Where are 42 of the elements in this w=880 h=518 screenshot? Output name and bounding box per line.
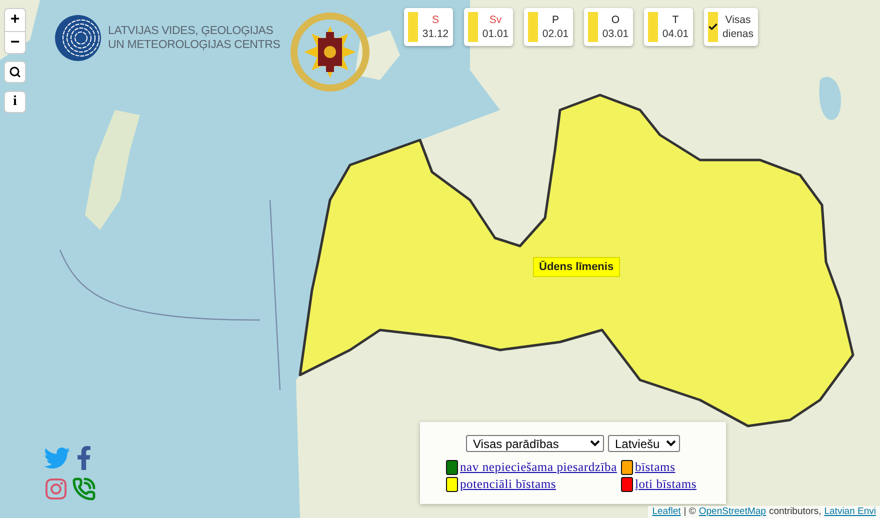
phone-icon[interactable] [72,477,96,501]
day-date: 02.01 [542,27,569,41]
day-date: 01.01 [482,27,509,41]
logo-text: UN METEOROLOĢIJAS CENTRS [108,38,280,52]
attribution-text: | © [684,506,696,518]
day-name: Sv [489,13,502,27]
day-name: T [672,13,679,27]
search-button[interactable] [4,61,26,83]
search-icon [9,66,21,78]
day-button[interactable]: S 31.12 [404,8,453,46]
phenomenon-select[interactable]: Visas parādības [466,435,604,452]
logo-text: LATVIJAS VIDES, ĢEOLOĢIJAS [108,24,274,38]
all-days-label: Visas dienas [722,13,754,41]
info-button[interactable]: i [4,91,26,113]
attribution-text: contributors, [768,506,822,518]
attribution-link[interactable]: OpenStreetMap [698,506,766,518]
day-button[interactable]: Sv 01.01 [464,8,513,46]
check-icon [708,22,718,32]
level-link[interactable]: potenciāli bīstams [460,477,556,492]
zoom-out-button[interactable]: − [5,31,25,53]
emblem-icon [290,12,370,92]
concentric-circles-logo-icon [54,14,102,62]
day-button[interactable]: P 02.01 [524,8,573,46]
day-button[interactable]: T 04.01 [644,8,693,46]
level-link[interactable]: nav nepieciešama piesardzība [460,460,617,475]
attribution-link[interactable]: Latvian Envi [824,506,876,518]
day-name: O [611,13,620,27]
all-days-checkbox[interactable] [708,12,718,42]
zoom-in-button[interactable]: + [5,9,25,31]
level-link[interactable]: ļoti bīstams [634,477,697,492]
all-days-button[interactable]: Visas dienas [704,8,758,46]
day-date: 03.01 [602,27,629,41]
day-date: 31.12 [422,27,449,41]
warning-area[interactable] [298,94,854,428]
attribution-link[interactable]: Leaflet [652,506,681,518]
day-button[interactable]: O 03.01 [584,8,633,46]
day-date: 04.01 [662,27,689,41]
day-name: S [432,13,439,27]
day-name: P [552,13,559,27]
language-select[interactable]: Latviešu [608,435,680,452]
level-link[interactable]: bīstams [634,460,676,475]
warning-area-label[interactable]: Ūdens līmenis [533,257,620,277]
